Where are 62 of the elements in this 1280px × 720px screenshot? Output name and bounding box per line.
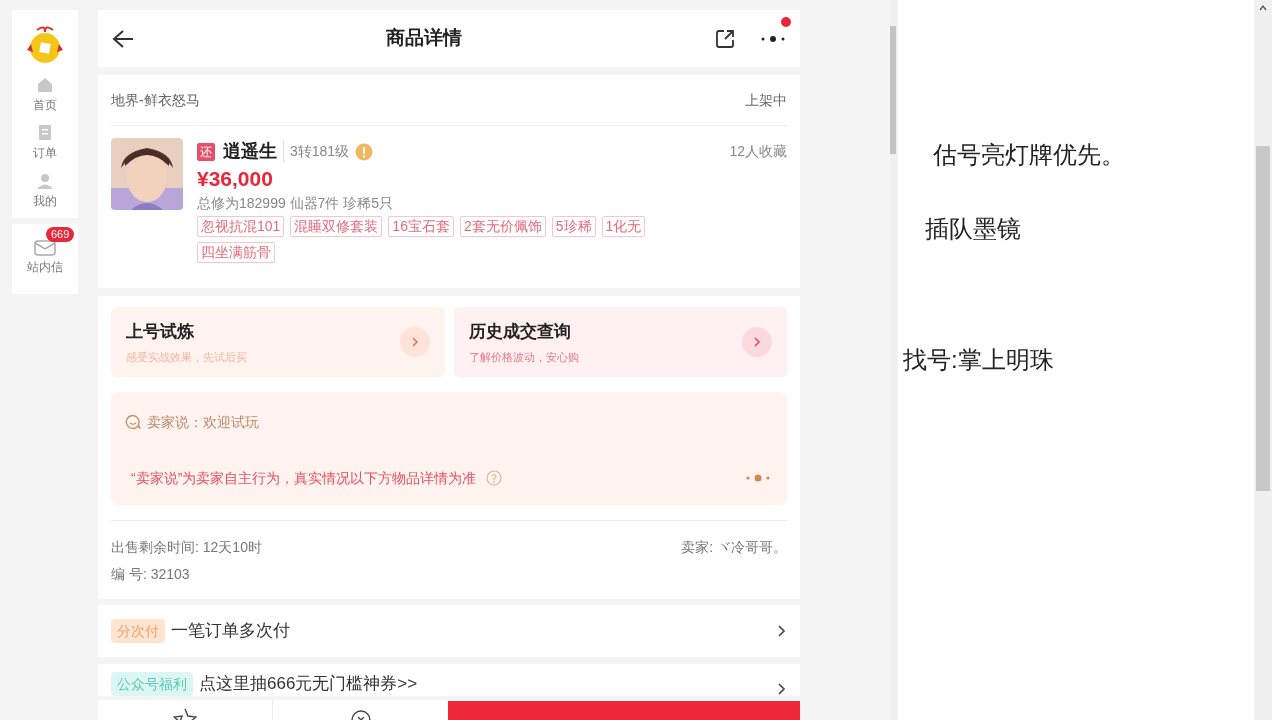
action-subtitle: 感受实战效果，先试后买 (126, 349, 248, 365)
sidebar-item[interactable]: 站内信 669 (12, 224, 78, 294)
favorites-count: 12人收藏 (729, 142, 787, 161)
note-text: 插队墨镜 (925, 214, 1021, 244)
promo-row[interactable]: 分次付 一笔订单多次付 (98, 605, 800, 657)
note-text: 找号:掌上明珠 (903, 345, 1054, 375)
tag: 2套无价佩饰 (459, 216, 546, 237)
character-stats: 总修为182999 仙器7件 珍稀5只 (197, 194, 395, 213)
mail-icon (34, 238, 56, 256)
document-icon (36, 124, 54, 142)
action-subtitle: 了解价格波动，安心购 (468, 349, 580, 365)
home-icon (36, 76, 54, 94)
buy-button[interactable] (448, 701, 800, 720)
disclaimer-text: “卖家说”为卖家自主行为，真实情况以下方物品详情为准 (131, 468, 477, 488)
character-name: 逍遥生 (223, 140, 277, 163)
warning-icon (355, 142, 374, 161)
chevron-icon (409, 335, 420, 349)
count-badge: 669 (46, 227, 75, 242)
chevron-icon (775, 624, 787, 638)
scroll-up-icon (1258, 4, 1268, 12)
sidebar-item[interactable]: 我的 (33, 172, 57, 210)
tag: 1化无 (601, 216, 646, 237)
seller-name: 卖家: ヾ冷哥哥。 (681, 538, 787, 557)
sidebar-item[interactable]: 首页 (33, 76, 57, 114)
role-tag: 还 (197, 142, 215, 161)
user-icon (36, 172, 54, 190)
chevron-icon (775, 682, 787, 696)
page-title: 商品详情 (385, 26, 463, 51)
serial-number: 编 号: 32103 (111, 565, 191, 584)
scrollbar-thumb[interactable] (1256, 146, 1270, 491)
promo-tag: 公众号福利 (111, 672, 193, 696)
promo-tag: 分次付 (111, 619, 165, 643)
seller-note: 卖家说：欢迎试玩 (147, 412, 259, 432)
tag: 混睡双修套装 (290, 216, 383, 237)
promo-text: 一笔订单多次付 (171, 620, 291, 643)
share-icon (714, 27, 736, 50)
arrow-button[interactable] (399, 327, 430, 357)
action-title: 历史成交查询 (468, 321, 572, 343)
scrollbar-thumb[interactable] (890, 26, 896, 154)
tag: 5珍稀 (551, 216, 596, 237)
arrow-button[interactable] (742, 327, 772, 357)
action-title: 上号试炼 (126, 321, 195, 343)
tag: 16宝石套 (388, 216, 454, 237)
note-text: 估号亮灯牌优先。 (933, 140, 1125, 170)
action-card[interactable]: 历史成交查询 了解价格波动，安心购 (453, 307, 787, 377)
sidebar-item[interactable]: 订单 (33, 124, 57, 162)
tag: 四坐满筋骨 (197, 242, 275, 263)
help-icon (486, 470, 503, 486)
promo-text: 点这里抽666元无门槛神券>> (199, 672, 419, 695)
sale-time-remaining: 出售剩余时间: 12天10时 (111, 538, 262, 557)
back-arrow-icon (111, 28, 135, 49)
chat-icon (125, 414, 141, 430)
action-card[interactable]: 上号试炼 感受实战效果，先试后买 (111, 307, 445, 377)
listing-status: 上架中 (745, 90, 787, 110)
promo-row[interactable]: 公众号福利 点这里抽666元无门槛神券>> (98, 664, 800, 696)
character-level: 3转181级 (283, 141, 350, 162)
price: ¥36,000 (197, 166, 274, 192)
chevron-icon (752, 335, 762, 349)
tag: 忽视抗混101 (197, 216, 285, 237)
star-icon (173, 708, 197, 720)
server-name: 地界-鲜衣怒马 (111, 90, 200, 110)
more-icon (760, 34, 786, 43)
